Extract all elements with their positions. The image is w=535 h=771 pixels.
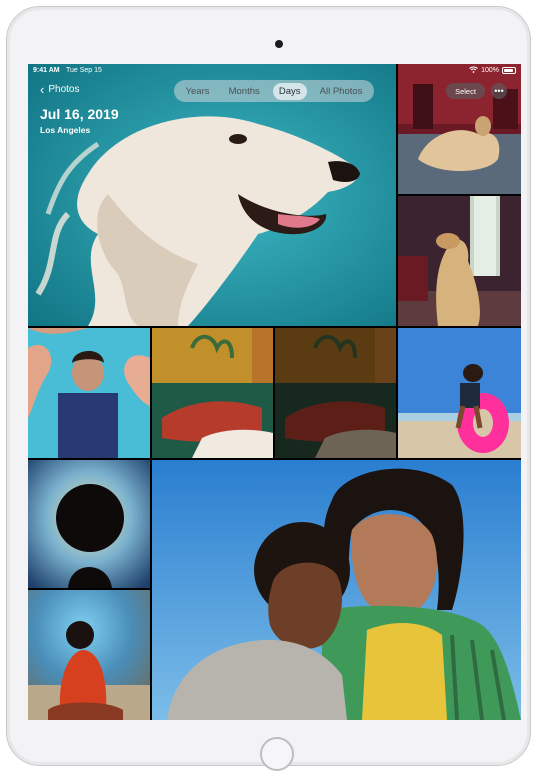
photo-tile-woman-on-couch[interactable] — [152, 328, 273, 458]
more-button[interactable]: ••• — [491, 83, 507, 99]
photo-tile-silhouette-afro[interactable] — [28, 460, 150, 588]
back-button[interactable]: ‹ Photos — [40, 81, 80, 97]
select-button[interactable]: Select — [446, 83, 485, 99]
photo-tile-man-pink-float[interactable] — [398, 328, 521, 458]
battery-percent: 100% — [481, 67, 499, 74]
page-title: Jul 16, 2019 — [40, 106, 119, 122]
battery-icon — [502, 67, 516, 74]
front-camera — [275, 40, 283, 48]
segment-all-photos[interactable]: All Photos — [314, 83, 369, 100]
photo-tile-woman-hands-blue[interactable] — [28, 328, 150, 458]
status-bar: 9:41 AM Tue Sep 15 100% — [28, 64, 521, 78]
photo-tile-afghan-hound[interactable] — [28, 64, 396, 326]
photo-tile-couple-portrait[interactable] — [152, 460, 521, 720]
chevron-left-icon: ‹ — [40, 81, 45, 97]
back-label: Photos — [48, 84, 80, 95]
photo-tile-hound-by-window[interactable] — [398, 196, 521, 326]
home-button[interactable] — [260, 737, 294, 771]
wifi-icon — [469, 66, 478, 75]
segment-months[interactable]: Months — [223, 83, 266, 100]
segment-days[interactable]: Days — [272, 82, 307, 100]
photo-tile-woman-red-coat[interactable] — [28, 590, 150, 720]
segment-years[interactable]: Years — [180, 83, 216, 100]
status-date: Tue Sep 15 — [66, 67, 102, 74]
photos-screen: 9:41 AM Tue Sep 15 100% ‹ Photos Jul 16,… — [28, 64, 521, 720]
status-time: 9:41 AM — [33, 67, 60, 74]
view-segmented-control: Years Months Days All Photos — [174, 80, 374, 102]
status-right-group: 100% — [469, 66, 516, 75]
location-label: Los Angeles — [40, 125, 91, 135]
photo-tile-woman-on-couch-dark[interactable] — [275, 328, 396, 458]
